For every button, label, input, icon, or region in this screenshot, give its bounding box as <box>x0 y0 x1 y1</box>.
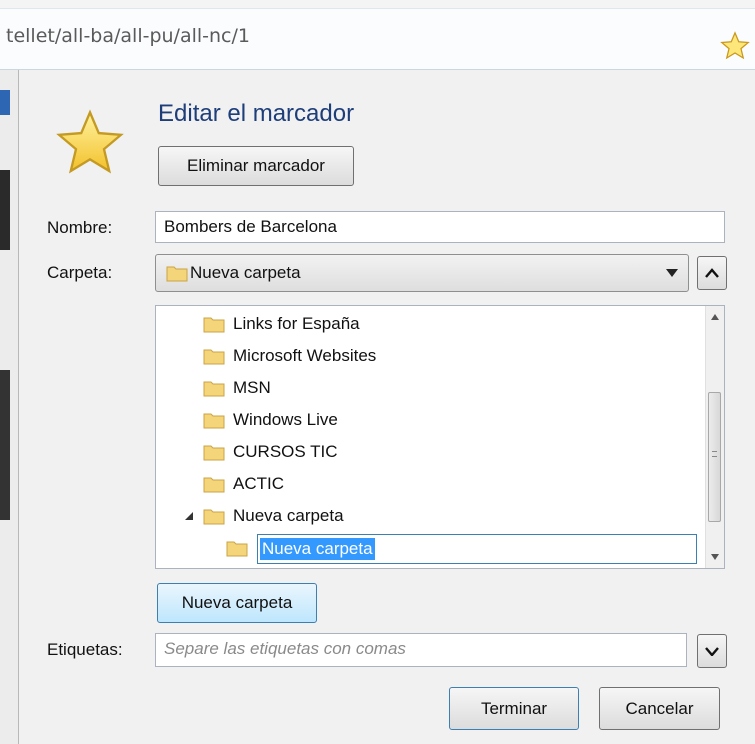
chevron-down-icon <box>705 647 719 656</box>
tree-scrollbar[interactable] <box>705 306 724 568</box>
tags-label: Etiquetas: <box>47 640 123 659</box>
tree-item[interactable]: Microsoft Websites <box>203 341 376 371</box>
tree-item-label: MSN <box>233 378 271 397</box>
expand-triangle-icon[interactable] <box>184 511 194 521</box>
folder-label: Carpeta: <box>47 263 113 282</box>
tree-item[interactable]: Links for España <box>203 309 360 339</box>
tree-item[interactable]: ACTIC <box>203 469 284 499</box>
tree-item-expanded[interactable]: Nueva carpeta <box>184 501 344 531</box>
tree-item-label: Windows Live <box>233 410 338 429</box>
collapse-folder-tree-button[interactable] <box>697 256 727 290</box>
chevron-up-icon <box>705 268 719 278</box>
name-label: Nombre: <box>47 218 113 237</box>
bookmark-star-icon[interactable] <box>720 31 750 61</box>
tree-item-label: Links for España <box>233 314 360 333</box>
new-folder-button[interactable]: Nueva carpeta <box>157 583 317 623</box>
tree-item-label: Microsoft Websites <box>233 346 377 365</box>
folder-icon <box>203 317 225 333</box>
folder-icon <box>203 381 225 397</box>
url-text[interactable]: tellet/all-ba/all-pu/all-nc/1 <box>6 25 250 47</box>
star-icon <box>56 109 124 174</box>
folder-tree[interactable]: Links for España Microsoft Websites MSN … <box>155 305 725 569</box>
folder-select[interactable]: Nueva carpeta <box>155 254 689 292</box>
tree-item-label: Nueva carpeta <box>233 506 344 525</box>
tags-dropdown-button[interactable] <box>697 634 727 668</box>
tags-input[interactable]: Separe las etiquetas con comas <box>155 633 687 667</box>
tree-item[interactable]: Windows Live <box>203 405 338 435</box>
folder-icon <box>203 509 225 525</box>
tree-item[interactable]: CURSOS TIC <box>203 437 338 467</box>
url-bar[interactable]: tellet/all-ba/all-pu/all-nc/1 <box>0 8 755 70</box>
dialog-title: Editar el marcador <box>158 100 355 127</box>
folder-select-value: Nueva carpeta <box>190 263 301 282</box>
tree-item[interactable]: MSN <box>203 373 271 403</box>
folder-rename-input[interactable]: Nueva carpeta <box>257 534 697 564</box>
cancel-button[interactable]: Cancelar <box>599 687 720 730</box>
folder-icon <box>203 413 225 429</box>
page-background <box>0 70 18 744</box>
panel-arrow <box>731 128 751 140</box>
tree-item-label: ACTIC <box>233 474 284 493</box>
scroll-up-icon[interactable] <box>711 314 719 320</box>
scroll-down-icon[interactable] <box>711 554 719 560</box>
remove-bookmark-button[interactable]: Eliminar marcador <box>158 146 354 186</box>
folder-rename-value: Nueva carpeta <box>260 538 375 560</box>
name-field[interactable]: Bombers de Barcelona <box>155 211 725 243</box>
folder-icon <box>203 349 225 365</box>
scrollbar-thumb[interactable] <box>708 392 721 522</box>
tree-item-label: CURSOS TIC <box>233 442 338 461</box>
folder-icon <box>203 445 225 461</box>
folder-icon <box>203 477 225 493</box>
done-button[interactable]: Terminar <box>449 687 579 730</box>
folder-icon <box>226 541 248 557</box>
folder-icon <box>166 266 188 282</box>
chevron-down-icon <box>666 269 678 277</box>
